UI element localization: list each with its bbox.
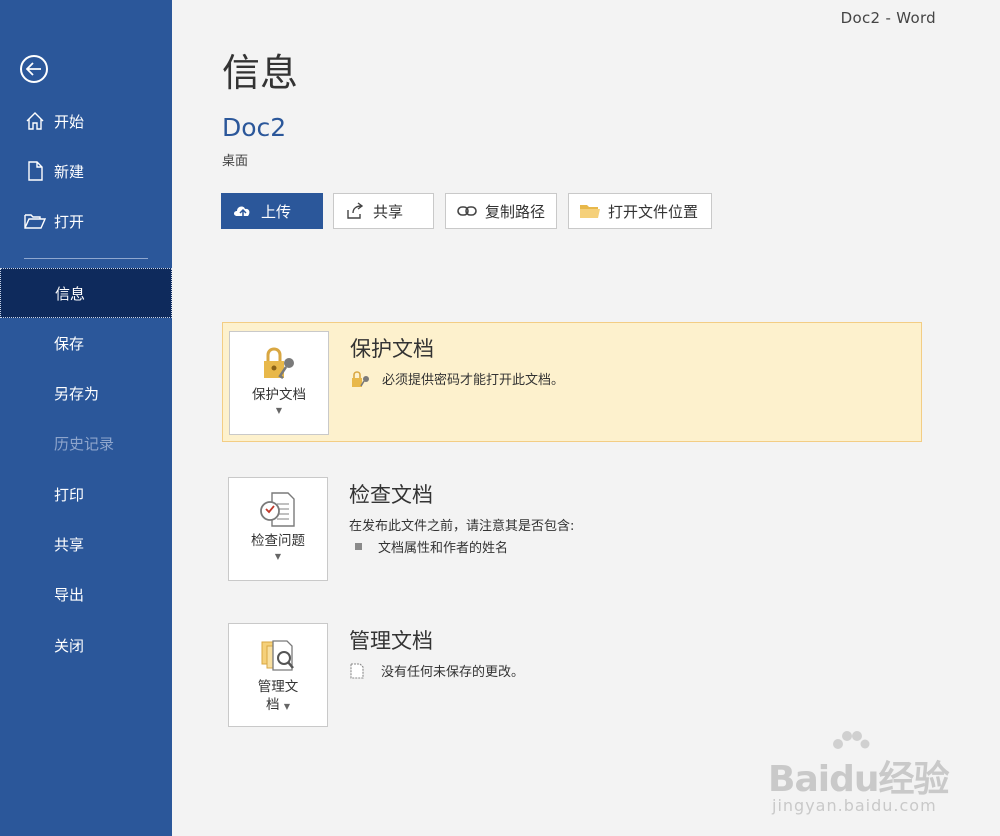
document-location: 桌面 [222,154,249,169]
protect-document-desc-text: 必须提供密码才能打开此文档。 [382,373,565,388]
protect-document-tile-label: 保护文档 [252,387,306,403]
inspect-document-tile[interactable]: 检查问题 ▼ [228,477,328,581]
share-icon [344,202,366,220]
inspect-document-section: 检查问题 ▼ 检查文档 在发布此文件之前，请注意其是否包含: 文档属性和作者的姓… [222,469,922,589]
nav-item-close[interactable]: 关闭 [0,620,172,670]
nav-item-open[interactable]: 打开 [0,196,172,246]
nav-item-label: 导出 [54,585,85,604]
open-location-button-label: 打开文件位置 [608,202,699,221]
manage-document-tile[interactable]: 管理文 档 ▼ [228,623,328,727]
dropdown-caret-icon: ▼ [283,702,290,711]
copy-path-button[interactable]: 复制路径 [445,193,557,229]
page-title: 信息 [222,51,299,95]
manage-document-tile-label-line2: 档 ▼ [266,696,290,716]
dropdown-caret-icon: ▼ [275,406,283,415]
nav-item-label: 新建 [54,162,85,181]
nav-item-label: 信息 [55,284,86,303]
nav-item-home[interactable]: 开始 [0,96,172,146]
manage-document-icon [258,636,298,676]
nav-item-new[interactable]: 新建 [0,146,172,196]
cloud-upload-icon [232,202,254,220]
watermark-logo-text: Baidu经验 [768,759,949,800]
protect-document-tile[interactable]: 保护文档 ▼ [229,331,329,435]
small-lock-key-icon [350,370,372,388]
nav-item-save[interactable]: 保存 [0,318,172,368]
open-folder-icon [24,210,46,232]
nav-item-history: 历史记录 [0,418,172,468]
manage-document-tile-label: 管理文 [257,679,299,695]
manage-document-desc: 没有任何未保存的更改。 [349,661,524,680]
back-arrow-icon[interactable] [20,55,48,83]
window-title: Doc2 - Word [840,9,936,27]
manage-document-section: 管理文 档 ▼ 管理文档 没有任何未保存的更改。 [222,615,922,735]
copy-path-button-label: 复制路径 [485,202,546,221]
nav-item-label: 关闭 [54,636,85,655]
document-name: Doc2 [222,113,287,142]
upload-button-label: 上传 [261,202,292,221]
inspect-document-desc: 在发布此文件之前，请注意其是否包含: [349,519,575,534]
nav-divider [24,258,148,259]
folder-icon [579,202,601,220]
backstage-sidebar: 开始 新建 打开 信息 保存 另存为 历史记录 打印 共享 导出 关闭 [0,0,172,836]
manage-document-desc-text: 没有任何未保存的更改。 [381,665,525,680]
manage-document-tile-label-2: 档 [266,697,280,713]
nav-item-label: 另存为 [54,384,100,403]
protect-document-title: 保护文档 [350,337,434,361]
upload-button[interactable]: 上传 [221,193,323,229]
watermark-site: jingyan.baidu.com [772,796,937,815]
inspect-document-title: 检查文档 [349,483,433,507]
inspect-document-icon [258,490,298,530]
nav-item-save-as[interactable]: 另存为 [0,368,172,418]
nav-item-label: 打印 [54,485,85,504]
new-document-icon [24,160,46,182]
nav-item-export[interactable]: 导出 [0,569,172,619]
nav-item-label: 历史记录 [54,434,115,453]
lock-key-icon [259,344,299,384]
nav-item-label: 共享 [54,535,85,554]
manage-document-title: 管理文档 [349,629,433,653]
dropdown-caret-icon: ▼ [274,552,282,561]
nav-item-label: 开始 [54,112,85,131]
home-icon [24,110,46,132]
baidu-watermark: Baidu经验 jingyan.baidu.com [768,730,988,822]
nav-item-label: 保存 [54,334,85,353]
protect-document-desc: 必须提供密码才能打开此文档。 [350,369,564,388]
nav-item-label: 打开 [54,212,85,231]
inspect-document-bullet: 文档属性和作者的姓名 [349,537,508,556]
inspect-document-tile-label: 检查问题 [251,533,305,549]
share-button-label: 共享 [373,202,404,221]
inspect-document-bullet-text: 文档属性和作者的姓名 [378,541,509,556]
protect-document-section: 保护文档 ▼ 保护文档 必须提供密码才能打开此文档。 [222,322,922,442]
nav-item-share[interactable]: 共享 [0,519,172,569]
bullet-square-icon [355,543,362,550]
nav-item-print[interactable]: 打印 [0,469,172,519]
document-status-icon [349,662,371,680]
link-icon [456,202,478,220]
share-button[interactable]: 共享 [333,193,434,229]
nav-item-info[interactable]: 信息 [0,268,172,318]
open-location-button[interactable]: 打开文件位置 [568,193,712,229]
